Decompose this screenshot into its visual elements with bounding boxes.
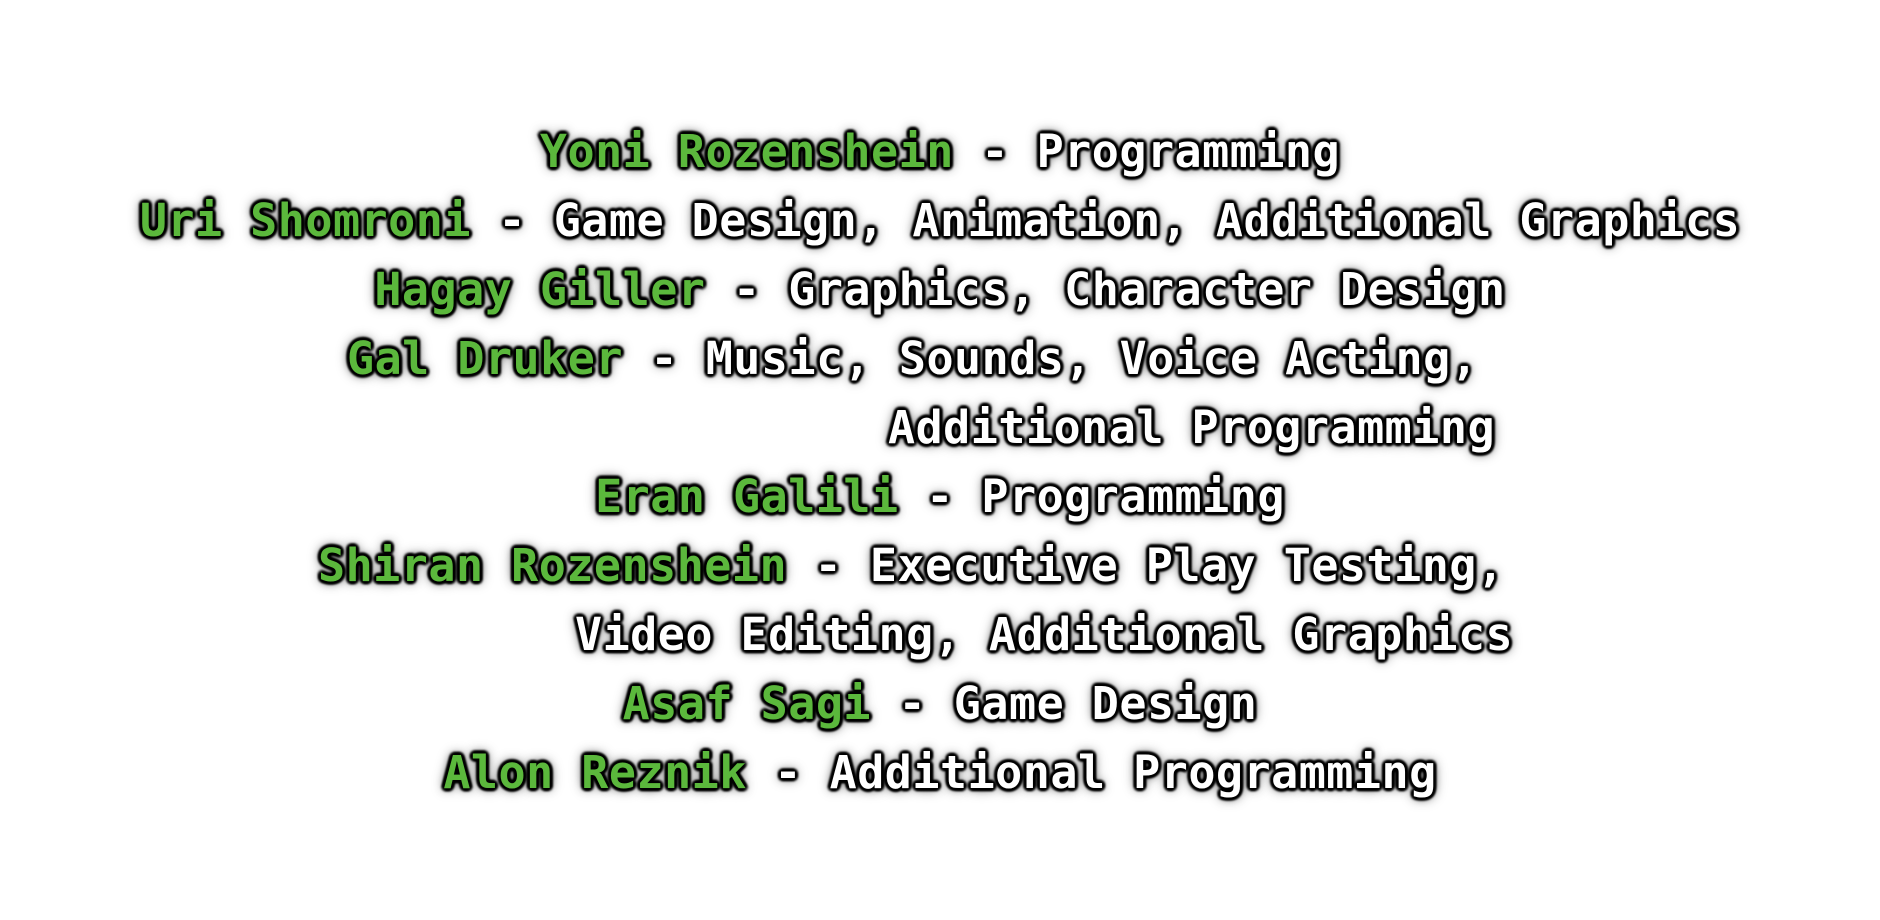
credit-role: Game Design, Animation, Additional Graph…	[553, 194, 1741, 247]
credit-role: Executive Play Testing,	[869, 539, 1505, 592]
credit-separator: -	[705, 263, 789, 316]
credit-name: Asaf Sagi	[622, 677, 872, 730]
credit-name: Shiran Rozenshein	[318, 539, 788, 592]
credit-role: Game Design	[953, 677, 1258, 730]
credit-line: Hagay Giller - Graphics, Character Desig…	[0, 255, 1880, 324]
credit-line: Gal Druker - Music, Sounds, Voice Acting…	[0, 324, 1880, 393]
credit-name: Eran Galili	[595, 470, 899, 523]
credit-role: Programming	[981, 470, 1285, 523]
credit-name: Gal Druker	[347, 332, 623, 385]
credit-line: Yoni Rozenshein - Programming	[0, 117, 1880, 186]
credit-separator: -	[746, 746, 830, 799]
credit-separator: -	[622, 332, 706, 385]
credit-role: Music, Sounds, Voice Acting,	[705, 332, 1479, 385]
credit-line: Shiran Rozenshein - Executive Play Testi…	[0, 531, 1880, 600]
credit-name: Alon Reznik	[443, 746, 747, 799]
credit-separator: -	[470, 194, 554, 247]
credit-name: Yoni Rozenshein	[539, 125, 954, 178]
credit-role: Additional Programming	[829, 746, 1437, 799]
credits-list: Yoni Rozenshein - Programming Uri Shomro…	[0, 117, 1880, 807]
credit-line: Asaf Sagi - Game Design	[0, 669, 1880, 738]
credit-separator: -	[871, 677, 954, 730]
credit-line-continuation: Additional Programming	[0, 393, 1880, 462]
credit-role-continuation: Additional Programming	[888, 401, 1496, 454]
credit-line: Uri Shomroni - Game Design, Animation, A…	[0, 186, 1880, 255]
credit-name: Hagay Giller	[374, 263, 706, 316]
credit-line: Eran Galili - Programming	[0, 462, 1880, 531]
credit-separator: -	[787, 539, 870, 592]
credit-role: Programming	[1036, 125, 1341, 178]
credit-separator: -	[953, 125, 1037, 178]
credit-line-continuation: Video Editing, Additional Graphics	[0, 600, 1880, 669]
credit-line: Alon Reznik - Additional Programming	[0, 738, 1880, 807]
credit-role: Graphics, Character Design	[788, 263, 1506, 316]
credit-role-continuation: Video Editing, Additional Graphics	[575, 608, 1514, 661]
credit-separator: -	[898, 470, 982, 523]
credit-name: Uri Shomroni	[139, 194, 471, 247]
